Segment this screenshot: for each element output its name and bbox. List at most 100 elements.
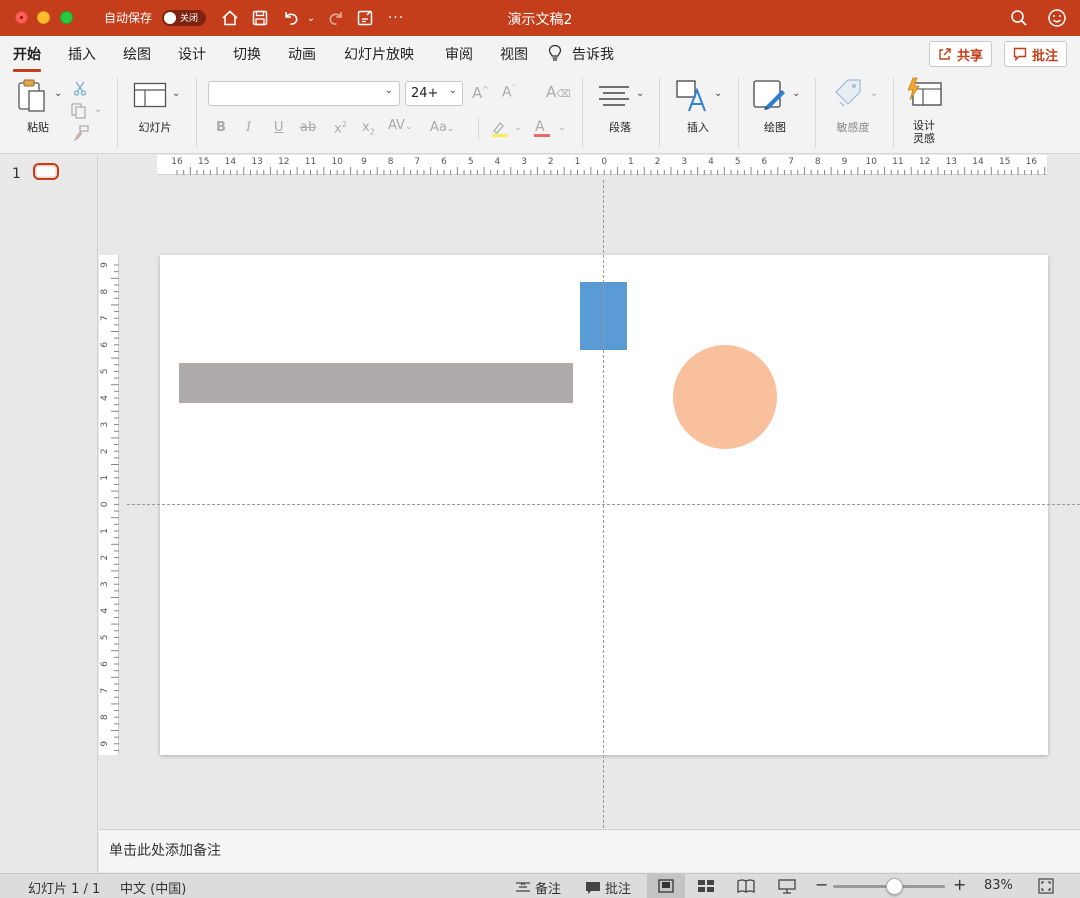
ribbon-divider [893,78,894,148]
italic-icon[interactable]: I [246,120,251,135]
tab-animations[interactable]: 动画 [288,44,316,64]
ruler-label: 16 [171,157,183,167]
ruler-label: 3 [100,422,110,428]
reading-view-icon [737,879,755,893]
clear-formatting-icon[interactable]: A⌫ [546,83,570,101]
chevron-down-icon[interactable]: ⌄ [304,7,318,29]
designer-button[interactable] [905,77,943,113]
notes-toggle-button[interactable]: 备注 [515,878,561,897]
highlight-color-icon[interactable]: ⌄ [490,118,524,142]
tab-draw[interactable]: 绘图 [123,44,151,64]
font-name-dropdown[interactable]: ⌄ [208,81,400,106]
ruler-label: 0 [100,501,110,507]
tab-insert[interactable]: 插入 [68,44,96,64]
fit-to-window-button[interactable] [1038,878,1054,894]
zoom-slider[interactable] [833,878,945,895]
feedback-smiley-icon[interactable] [1046,7,1068,29]
close-window-button[interactable] [15,11,28,24]
notes-pane[interactable]: 单击此处添加备注 [99,829,1080,872]
comments-label: 批注 [1032,48,1059,64]
search-icon[interactable] [1008,7,1030,29]
save-as-icon[interactable] [354,7,376,29]
horizontal-ruler[interactable]: 16 15 14 13 12 11 10 9 8 7 6 5 4 3 2 1 0 1 2 3 4 5 6 7 8 9 10 11 12 1… [157,155,1047,175]
horizontal-guide[interactable] [127,504,1080,505]
new-slide-button[interactable] [133,82,167,112]
home-icon[interactable] [219,7,241,29]
undo-icon[interactable] [280,7,302,29]
zoom-out-button[interactable]: − [815,875,828,894]
gray-rectangle-shape[interactable] [179,363,573,403]
normal-view-button[interactable] [647,874,685,898]
toggle-knob [164,12,176,24]
vertical-ruler[interactable]: 9 8 7 6 5 4 3 2 1 0 1 2 3 4 5 6 7 8 9 [99,255,119,755]
underline-icon[interactable]: U [274,120,284,135]
ruler-label: 5 [468,157,474,167]
format-painter-icon[interactable] [72,124,90,146]
decrease-font-size-icon[interactable]: Aˇ [502,84,516,101]
strikethrough-icon[interactable]: ab [300,120,316,135]
autosave-toggle[interactable]: 关闭 [162,10,206,26]
insert-button[interactable] [675,78,711,118]
language-indicator[interactable]: 中文 (中国) [120,878,186,897]
paste-dropdown-chevron-icon[interactable]: ⌄ [54,88,62,99]
new-slide-chevron-icon[interactable]: ⌄ [172,88,180,99]
slide-sorter-button[interactable] [697,879,715,893]
ruler-label: 4 [100,395,110,401]
paragraph-chevron-icon[interactable]: ⌄ [636,88,644,99]
superscript-icon[interactable]: x2 [334,120,347,136]
chevron-down-icon: ⌄ [448,85,457,96]
insert-chevron-icon[interactable]: ⌄ [714,88,722,99]
tab-view[interactable]: 视图 [500,44,528,64]
save-icon[interactable] [249,7,271,29]
more-icon[interactable]: ··· [386,7,406,29]
cut-icon[interactable] [72,80,88,100]
font-color-icon[interactable]: A ⌄ [533,118,567,142]
orange-circle-shape[interactable] [673,345,777,449]
increase-font-size-icon[interactable]: A^ [472,84,489,102]
minimize-window-button[interactable] [37,11,50,24]
ribbon-divider [815,78,816,148]
tab-design[interactable]: 设计 [178,44,206,64]
comments-button[interactable]: 批注 [1004,41,1068,67]
insert-label: 插入 [687,121,709,134]
zoom-window-button[interactable] [60,11,73,24]
sensitivity-chevron-icon[interactable]: ⌄ [870,88,878,99]
zoom-level[interactable]: 83% [984,878,1013,893]
tab-review[interactable]: 审阅 [445,44,473,64]
fit-window-icon [1038,878,1054,894]
sensitivity-button[interactable] [832,78,868,114]
ruler-label: 4 [708,157,714,167]
comments-toggle-button[interactable]: 批注 [585,878,631,897]
ruler-label: 14 [972,157,984,167]
slide-sorter-icon [698,880,714,892]
zoom-in-button[interactable]: + [953,875,966,894]
redo-icon[interactable] [325,7,347,29]
subscript-icon[interactable]: x2 [362,120,375,137]
zoom-slider-thumb[interactable] [885,878,903,895]
change-case-icon[interactable]: Aa⌄ [430,120,454,135]
copy-dropdown-chevron-icon[interactable]: ⌄ [94,104,102,115]
ruler-label: 7 [414,157,420,167]
slideshow-button[interactable] [778,879,796,894]
reading-view-button[interactable] [737,879,755,893]
ruler-label: 4 [495,157,501,167]
share-button[interactable]: 共享 [929,41,993,67]
slide-thumbnail[interactable] [33,163,59,180]
tell-me-search[interactable]: 告诉我 [572,44,614,64]
ruler-label: 7 [100,688,110,694]
character-spacing-icon[interactable]: AV⌄ [388,118,413,133]
bold-icon[interactable]: B [216,120,226,135]
font-size-dropdown[interactable]: 24+ ⌄ [405,81,463,106]
ruler-label: 5 [100,369,110,375]
draw-chevron-icon[interactable]: ⌄ [792,88,800,99]
svg-text:⌄: ⌄ [514,123,522,133]
copy-icon[interactable] [71,103,89,123]
tab-transitions[interactable]: 切换 [233,44,261,64]
paste-label: 粘贴 [27,121,49,134]
slide-canvas[interactable] [160,255,1048,755]
notes-button-label: 备注 [535,882,562,897]
tab-home[interactable]: 开始 [13,44,41,72]
tab-slideshow[interactable]: 幻灯片放映 [344,44,414,64]
draw-button[interactable] [752,78,790,118]
paragraph-button[interactable] [597,84,631,112]
